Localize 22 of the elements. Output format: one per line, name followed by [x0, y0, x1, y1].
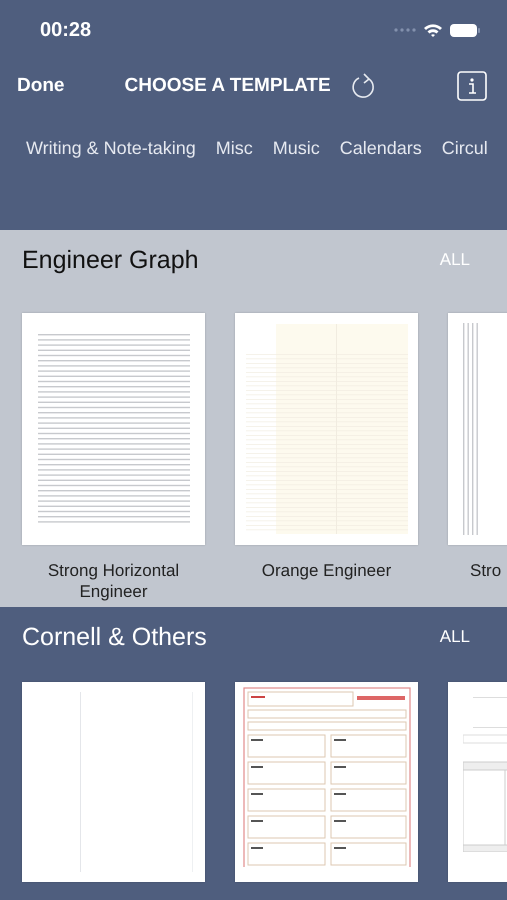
category-tab[interactable]: Misc: [216, 138, 253, 159]
category-tab[interactable]: Calendars: [340, 138, 422, 159]
info-icon[interactable]: [457, 71, 487, 101]
template-name: Strong Horizontal Engineer: [46, 560, 180, 602]
category-tab[interactable]: Music: [272, 138, 320, 159]
section-title: Engineer Graph: [22, 246, 199, 274]
template-name: Orange Engineer: [260, 560, 392, 581]
category-tab[interactable]: Writing & Note-taking: [26, 138, 196, 159]
done-button[interactable]: Done: [17, 75, 64, 97]
category-tab[interactable]: Circul: [442, 138, 488, 159]
page-title: CHOOSE A TEMPLATE: [124, 75, 331, 97]
battery-icon: [449, 22, 481, 38]
wifi-icon: [423, 22, 443, 38]
all-link[interactable]: ALL: [440, 627, 470, 647]
template-name: Stro: [470, 560, 502, 581]
refresh-icon[interactable]: [350, 72, 377, 100]
template-thumbnail[interactable]: [235, 682, 418, 882]
template-thumbnail[interactable]: [22, 313, 205, 545]
status-time: 00:28: [40, 18, 92, 42]
template-thumbnail[interactable]: [235, 313, 418, 545]
signal-icon: [393, 27, 417, 33]
section-title: Cornell & Others: [22, 622, 207, 652]
